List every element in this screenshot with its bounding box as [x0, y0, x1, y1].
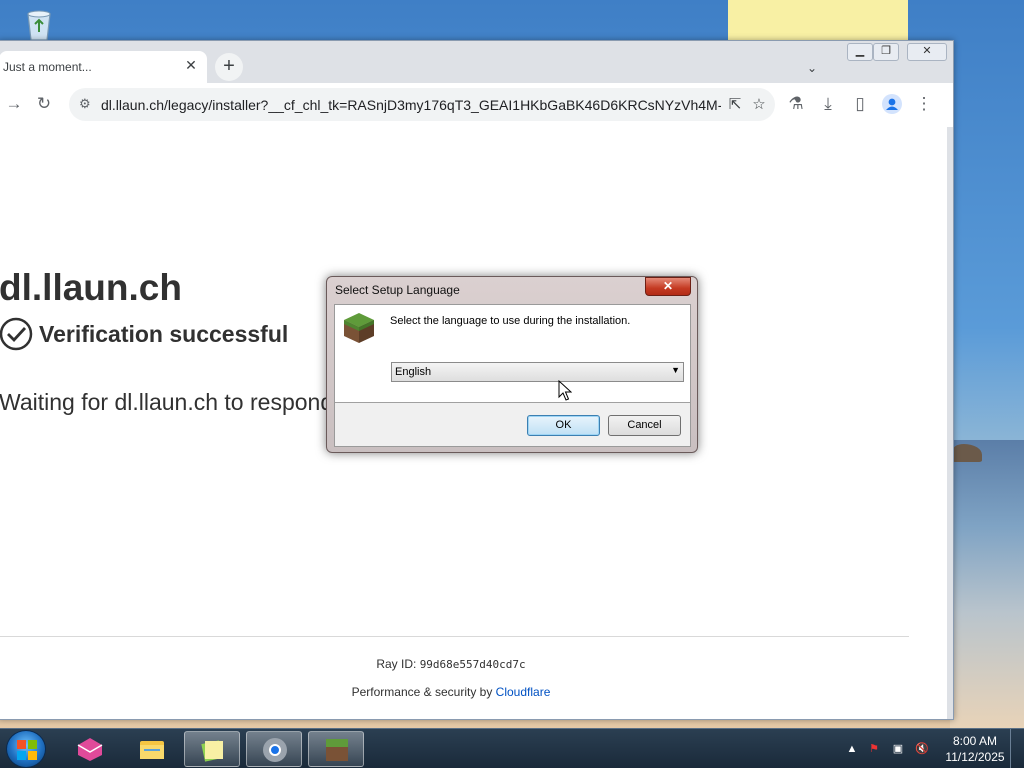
cloudflare-link[interactable]: Cloudflare [496, 685, 551, 699]
pink-fox-app-icon [77, 738, 103, 761]
clock[interactable]: 8:00 AM 11/12/2025 [942, 733, 1008, 765]
ray-id-label: Ray ID: [376, 657, 420, 671]
tab-strip: Just a moment... ✕ + ⌄ ▁ ❐ ✕ [0, 41, 953, 83]
mouse-pointer-icon [558, 380, 572, 401]
taskbar-installer[interactable] [308, 731, 364, 767]
share-icon[interactable]: ⇱ [723, 93, 747, 117]
taskbar-file-explorer[interactable] [124, 731, 180, 767]
wallpaper-sea [950, 440, 1024, 728]
dialog-top-panel: Select the language to use during the in… [335, 305, 690, 402]
taskbar: ▲ ⚑ ▣ 🔇 8:00 AM 11/12/2025 [0, 728, 1024, 768]
windows-logo-icon [17, 740, 37, 760]
language-selected-value: English [395, 366, 432, 378]
url-text[interactable]: dl.llaun.ch/legacy/installer?__cf_chl_tk… [101, 97, 721, 113]
taskbar-app-1[interactable] [62, 731, 118, 767]
taskbar-sticky-notes[interactable] [184, 731, 240, 767]
ok-button[interactable]: OK [527, 415, 600, 436]
wallpaper-rock [952, 444, 982, 462]
dialog-title: Select Setup Language [335, 283, 460, 297]
reload-icon[interactable]: ↻ [29, 89, 59, 119]
bookmark-star-icon[interactable]: ☆ [747, 93, 771, 117]
tab-just-a-moment[interactable]: Just a moment... ✕ [0, 51, 207, 83]
dropdown-arrow-icon[interactable]: ▼ [671, 365, 680, 375]
browser-toolbar: → ↻ ⚙ dl.llaun.ch/legacy/installer?__cf_… [0, 83, 953, 127]
clock-date: 11/12/2025 [945, 750, 1005, 764]
dialog-close-button[interactable]: ✕ [645, 277, 691, 296]
page-title: dl.llaun.ch [0, 267, 182, 308]
labs-flask-icon[interactable]: ⚗ [781, 89, 811, 119]
forward-arrow-icon[interactable]: → [0, 89, 29, 119]
system-tray: ▲ ⚑ ▣ 🔇 8:00 AM 11/12/2025 [842, 729, 1012, 768]
profile-avatar-icon[interactable] [877, 89, 907, 119]
tab-title: Just a moment... [3, 60, 92, 74]
start-button[interactable] [6, 730, 46, 768]
new-tab-button[interactable]: + [215, 53, 243, 81]
tab-search-chevron-icon[interactable]: ⌄ [799, 55, 825, 81]
volume-muted-icon[interactable]: 🔇 [914, 741, 930, 757]
dialog-body: Select the language to use during the in… [334, 304, 691, 447]
clock-time: 8:00 AM [952, 734, 998, 748]
site-info-icon[interactable]: ⚙ [79, 96, 91, 112]
dialog-divider [335, 402, 690, 403]
cancel-button[interactable]: Cancel [608, 415, 681, 436]
ray-id-value: 99d68e557d40cd7c [419, 658, 526, 671]
performance-line: Performance & security by Cloudflare [0, 685, 903, 699]
verification-text: Verification successful [39, 321, 289, 347]
window-close-button[interactable]: ✕ [907, 43, 947, 61]
action-center-flag-icon[interactable]: ⚑ [866, 741, 882, 757]
sticky-notes-icon [201, 740, 223, 762]
folder-icon [140, 741, 164, 759]
ray-id-line: Ray ID: 99d68e557d40cd7c [0, 657, 903, 671]
download-icon[interactable]: ⤓ [813, 89, 843, 119]
show-desktop-button[interactable] [1010, 729, 1024, 768]
waiting-text: Waiting for dl.llaun.ch to respond... [0, 389, 353, 415]
setup-language-dialog: Select Setup Language ✕ Select the langu… [326, 276, 698, 453]
taskbar-browser[interactable] [246, 731, 302, 767]
dialog-prompt: Select the language to use during the in… [390, 315, 631, 327]
chrome-icon [263, 738, 287, 762]
browser-menu-icon[interactable]: ⋮ [909, 89, 939, 119]
check-circle-icon [0, 317, 33, 351]
network-icon[interactable]: ▣ [890, 741, 906, 757]
grass-block-icon [326, 739, 348, 761]
show-hidden-icons-chevron-icon[interactable]: ▲ [844, 741, 860, 757]
performance-label: Performance & security by [351, 685, 496, 699]
address-bar[interactable]: ⚙ dl.llaun.ch/legacy/installer?__cf_chl_… [69, 88, 775, 121]
restore-button[interactable]: ❐ [873, 43, 899, 61]
minimize-button[interactable]: ▁ [847, 43, 873, 61]
tab-close-icon[interactable]: ✕ [183, 57, 199, 73]
side-panel-icon[interactable]: ▯ [845, 89, 875, 119]
language-dropdown[interactable]: English ▼ [391, 362, 684, 382]
footer-divider [0, 636, 909, 637]
recycle-bin-icon[interactable] [22, 6, 56, 42]
grass-block-icon [344, 313, 374, 343]
